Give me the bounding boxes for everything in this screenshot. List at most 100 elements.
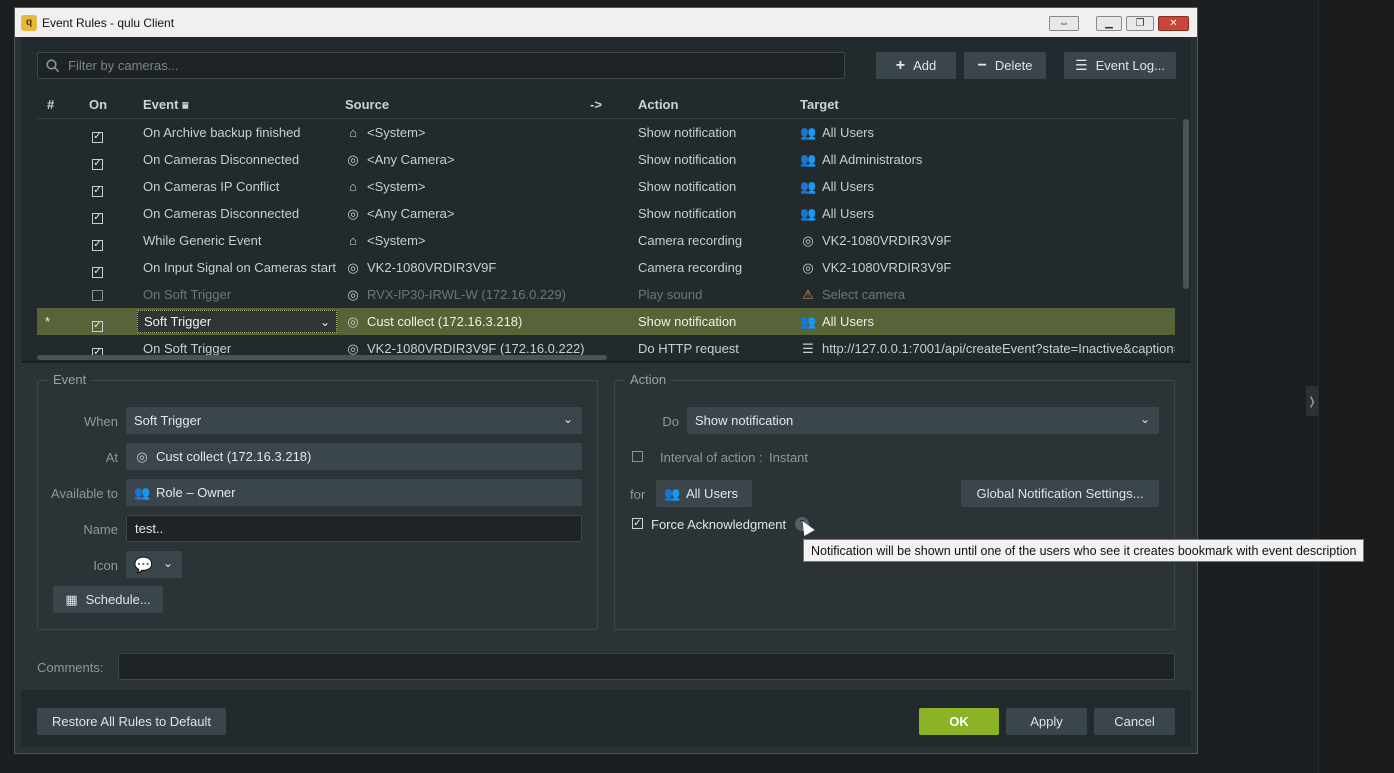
row-action[interactable]: Show notification [638,152,736,167]
delete-button[interactable]: − Delete [964,52,1046,79]
table-horizontal-scrollbar[interactable] [37,355,607,360]
row-source[interactable]: ◎ <Any Camera> [345,152,454,168]
header-arrow[interactable]: -> [590,97,602,112]
row-enabled-checkbox[interactable]: ✓ [92,154,103,170]
row-target[interactable]: 👥 All Users [800,314,874,330]
table-row[interactable]: ✓ While Generic Event ⌂ <System> Camera reco… [37,227,1175,254]
available-selector[interactable]: 👥 Role – Owner [126,479,582,506]
header-source[interactable]: Source [345,97,389,112]
row-enabled-checkbox[interactable]: ✓ [92,262,103,278]
add-button[interactable]: + Add [876,52,956,79]
checkbox[interactable]: ✓ [92,185,103,197]
apply-button[interactable]: Apply [1006,708,1087,735]
header-index[interactable]: # [47,97,54,112]
global-settings-label: Global Notification Settings... [976,486,1144,501]
row-event[interactable]: On Archive backup finished [137,125,301,140]
checkbox[interactable]: ✓ [92,320,103,332]
row-event[interactable]: On Cameras Disconnected [137,152,299,167]
header-event[interactable]: Event ⩸ [143,97,189,113]
row-action[interactable]: Show notification [638,179,736,194]
for-users-button[interactable]: 👥 All Users [656,480,752,507]
maximize-button[interactable]: ❐ [1126,16,1154,31]
table-row[interactable]: ✓ On Input Signal on Cameras start ◎ VK2-10… [37,254,1175,281]
row-enabled-checkbox[interactable]: ✓ [92,208,103,224]
checkbox[interactable] [92,290,103,301]
table-row[interactable]: ✓ On Archive backup finished ⌂ <System> Show… [37,119,1175,146]
row-enabled-checkbox[interactable] [92,289,103,304]
row-action[interactable]: Do HTTP request [638,341,739,356]
do-dropdown[interactable]: Show notification ⌄ [687,407,1159,434]
header-on[interactable]: On [89,97,107,112]
row-source[interactable]: ◎ VK2-1080VRDIR3V9F [345,260,496,276]
row-event[interactable]: On Input Signal on Cameras start [137,260,336,275]
checkbox[interactable]: ✓ [92,266,103,278]
global-notification-settings-button[interactable]: Global Notification Settings... [961,480,1159,507]
row-source[interactable]: ◎ RVX-IP30-IRWL-W (172.16.0.229) [345,287,566,303]
table-row[interactable]: On Soft Trigger ◎ RVX-IP30-IRWL-W (172.16.… [37,281,1175,308]
chevron-down-icon[interactable]: ⌄ [320,315,330,329]
header-action[interactable]: Action [638,97,678,112]
row-target[interactable]: ◎ VK2-1080VRDIR3V9F [800,260,951,276]
row-event-text: On Archive backup finished [143,125,301,140]
row-event[interactable]: On Soft Trigger [137,287,231,302]
side-panel-toggle[interactable]: ❭ [1306,386,1318,416]
name-input[interactable]: test.. [126,515,582,542]
restore-defaults-button[interactable]: Restore All Rules to Default [37,708,226,735]
row-source[interactable]: ⌂ <System> [345,179,425,194]
close-button[interactable]: ✕ [1158,16,1189,31]
speech-bubble-icon: 💬 [134,556,153,574]
row-event[interactable]: On Soft Trigger [137,341,231,356]
cancel-button[interactable]: Cancel [1094,708,1175,735]
row-action[interactable]: Play sound [638,287,702,302]
row-target[interactable]: 👥 All Administrators [800,152,922,168]
minimize-button[interactable]: ▁ [1096,16,1122,31]
row-source[interactable]: ◎ Cust collect (172.16.3.218) [345,314,522,330]
row-target[interactable]: 👥 All Users [800,179,874,195]
row-source[interactable]: ⌂ <System> [345,233,425,248]
row-enabled-checkbox[interactable]: ✓ [92,235,103,251]
row-target[interactable]: ⚠ Select camera [800,287,905,303]
row-action[interactable]: Show notification [638,206,736,221]
table-row[interactable]: ✓ On Cameras Disconnected ◎ <Any Camera> Sho… [37,146,1175,173]
checkbox[interactable]: ✓ [92,131,103,143]
at-selector[interactable]: ◎ Cust collect (172.16.3.218) [126,443,582,470]
swap-screen-icon[interactable]: ⇔ [1049,16,1079,31]
checkbox[interactable]: ✓ [92,158,103,170]
add-label: Add [913,58,937,73]
row-action[interactable]: Camera recording [638,260,742,275]
checkbox[interactable]: ✓ [92,239,103,251]
force-ack-checkbox[interactable]: ✓ [632,518,643,529]
event-group-title: Event [48,372,92,387]
available-label: Available to [51,486,118,501]
table-row[interactable]: ✓ On Cameras Disconnected ◎ <Any Camera> Sho… [37,200,1175,227]
row-source[interactable]: ◎ <Any Camera> [345,206,454,222]
row-enabled-checkbox[interactable]: ✓ [92,316,103,332]
header-target[interactable]: Target [800,97,839,112]
row-target[interactable]: ☰ http://127.0.0.1:7001/api/createEvent?s… [800,341,1175,357]
checkbox[interactable]: ✓ [92,212,103,224]
ok-button[interactable]: OK [919,708,999,735]
row-event[interactable]: Soft Trigger ⌄ [137,310,337,333]
row-target[interactable]: 👥 All Users [800,125,874,141]
row-target[interactable]: 👥 All Users [800,206,874,222]
interval-checkbox[interactable] [632,451,643,462]
row-action[interactable]: Show notification [638,125,736,140]
row-action[interactable]: Camera recording [638,233,742,248]
event-log-button[interactable]: ☰ Event Log... [1064,52,1176,79]
filter-input[interactable] [66,57,844,74]
row-event[interactable]: On Cameras IP Conflict [137,179,279,194]
row-target[interactable]: ◎ VK2-1080VRDIR3V9F [800,233,951,249]
row-event[interactable]: While Generic Event [137,233,262,248]
when-dropdown[interactable]: Soft Trigger ⌄ [126,407,582,434]
table-vertical-scrollbar[interactable] [1183,119,1189,289]
icon-dropdown[interactable]: 💬 ⌄ [126,551,182,578]
schedule-button[interactable]: ▦ Schedule... [53,586,163,613]
table-row[interactable]: ✓ On Cameras IP Conflict ⌂ <System> Show not… [37,173,1175,200]
table-row[interactable]: * ✓ Soft Trigger ⌄ ◎ Cust collect (172.16.3.2… [37,308,1175,335]
row-source[interactable]: ⌂ <System> [345,125,425,140]
row-enabled-checkbox[interactable]: ✓ [92,127,103,143]
row-enabled-checkbox[interactable]: ✓ [92,181,103,197]
row-event[interactable]: On Cameras Disconnected [137,206,299,221]
row-action[interactable]: Show notification [638,314,736,329]
comments-input[interactable] [118,653,1175,680]
